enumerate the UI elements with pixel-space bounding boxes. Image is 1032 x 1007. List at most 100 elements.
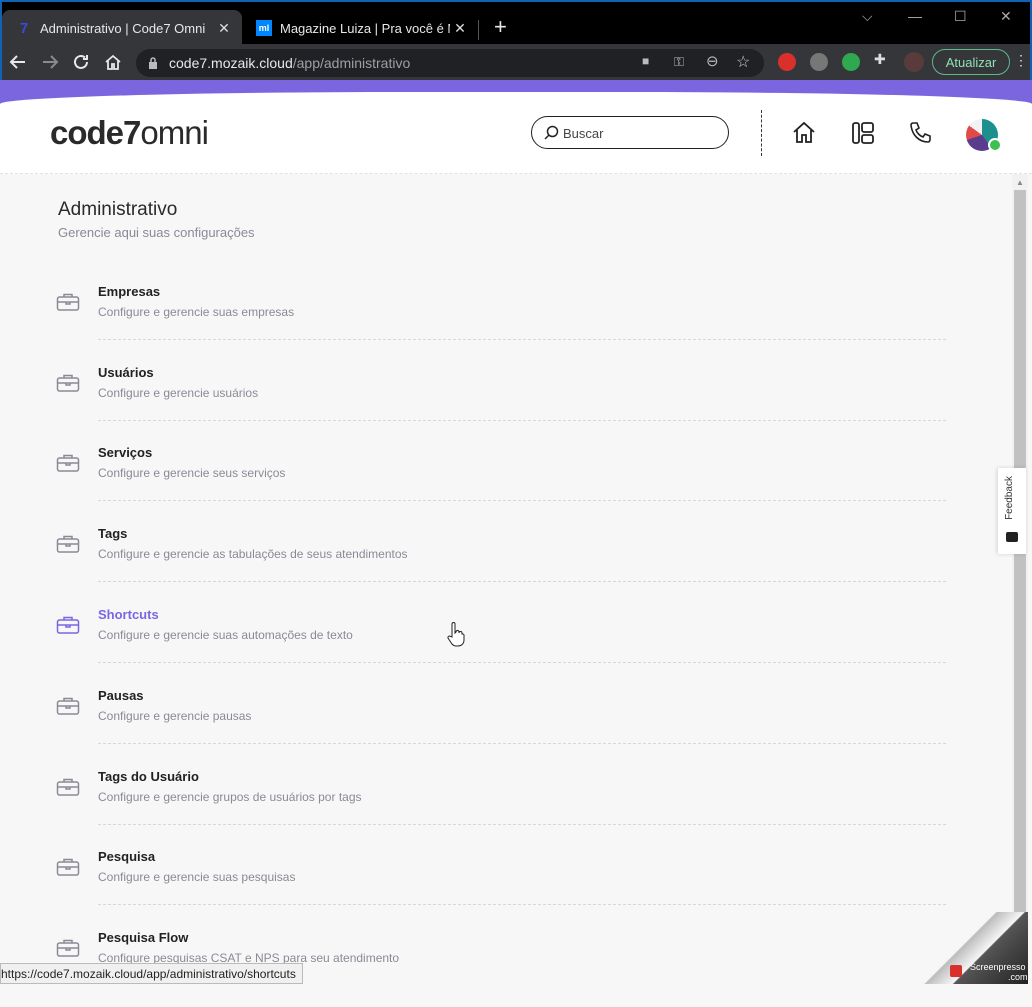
screenpresso-logo-icon xyxy=(950,965,962,977)
admin-item-empresas[interactable]: Empresas Configure e gerencie suas empre… xyxy=(56,280,946,361)
home-button[interactable] xyxy=(101,50,125,74)
reload-button[interactable] xyxy=(69,50,93,74)
update-browser-button[interactable]: Atualizar xyxy=(932,49,1010,75)
lock-icon xyxy=(149,57,157,69)
tab-search-icon[interactable]: ⌵ xyxy=(862,8,873,25)
feedback-tab[interactable]: Feedback xyxy=(998,468,1026,554)
search-icon xyxy=(544,125,559,140)
divider xyxy=(98,904,946,905)
tab-magazine-luiza[interactable]: ml Magazine Luiza | Pra você é Mag ✕ xyxy=(242,10,478,46)
close-tab-icon[interactable]: ✕ xyxy=(214,20,234,37)
code7-favicon-icon: 7 xyxy=(19,19,29,37)
window-close-icon[interactable]: ✕ xyxy=(1000,8,1012,25)
search-placeholder: Buscar xyxy=(563,126,604,141)
briefcase-icon xyxy=(56,697,80,715)
item-description: Configure e gerencie suas pesquisas xyxy=(98,870,296,884)
briefcase-icon xyxy=(56,939,80,957)
browser-toolbar: code7.mozaik.cloud/app/administrativo ■ … xyxy=(0,44,1032,80)
forward-arrow-icon xyxy=(43,55,59,69)
item-description: Configure e gerencie seus serviços xyxy=(98,466,286,480)
item-name: Tags do Usuário xyxy=(98,769,199,784)
briefcase-icon xyxy=(56,293,80,311)
search-input[interactable]: Buscar xyxy=(531,116,729,149)
layout-icon xyxy=(852,122,874,144)
tab-divider xyxy=(478,20,479,40)
scroll-up-arrow-icon[interactable]: ▲ xyxy=(1016,178,1024,187)
briefcase-icon xyxy=(56,454,80,472)
tab-title: Administrativo | Code7 Omni xyxy=(40,20,206,36)
admin-item-usuarios[interactable]: Usuários Configure e gerencie usuários xyxy=(56,361,946,442)
scrollbar-thumb[interactable] xyxy=(1014,190,1026,950)
item-description: Configure e gerencie as tabulações de se… xyxy=(98,547,408,561)
admin-item-pausas[interactable]: Pausas Configure e gerencie pausas xyxy=(56,684,946,765)
item-name: Pausas xyxy=(98,688,144,703)
divider xyxy=(98,824,946,825)
minimize-icon[interactable]: — xyxy=(908,8,922,24)
phone-nav-button[interactable] xyxy=(908,120,934,146)
key-icon[interactable]: ⚿ xyxy=(674,54,684,70)
item-name: Serviços xyxy=(98,445,153,460)
add-extension-icon[interactable] xyxy=(842,53,860,71)
hand-cursor-icon xyxy=(447,622,465,647)
link-status-bar: https://code7.mozaik.cloud/app/administr… xyxy=(0,963,303,984)
dashboard-nav-button[interactable] xyxy=(850,120,876,146)
item-name: Usuários xyxy=(98,365,154,380)
admin-item-tags[interactable]: Tags Configure e gerencie as tabulações … xyxy=(56,522,946,603)
bookmark-star-icon[interactable]: ☆ xyxy=(736,52,750,72)
item-name: Tags xyxy=(98,526,128,541)
feedback-label: Feedback xyxy=(1004,476,1015,520)
item-description: Configure e gerencie suas empresas xyxy=(98,305,295,319)
forward-button[interactable] xyxy=(38,50,62,74)
app-header: code7omni Buscar xyxy=(0,92,1032,174)
divider xyxy=(98,339,946,340)
back-arrow-icon xyxy=(9,55,25,69)
briefcase-icon xyxy=(56,616,80,634)
admin-item-pesquisa[interactable]: Pesquisa Configure e gerencie suas pesqu… xyxy=(56,845,946,926)
code7omni-logo[interactable]: code7omni xyxy=(50,114,209,152)
page-subtitle: Gerencie aqui suas configurações xyxy=(58,225,255,240)
home-icon xyxy=(105,54,121,70)
new-tab-button[interactable]: + xyxy=(494,14,507,40)
item-description: Configure e gerencie usuários xyxy=(98,386,259,400)
browser-tab-bar: 7 Administrativo | Code7 Omni ✕ ml Magaz… xyxy=(0,0,1032,46)
home-icon xyxy=(793,121,815,143)
briefcase-icon xyxy=(56,535,80,553)
item-name: Shortcuts xyxy=(98,607,159,622)
header-divider xyxy=(761,110,762,156)
home-nav-button[interactable] xyxy=(791,120,817,146)
online-status-indicator xyxy=(988,138,1002,152)
item-description: Configure e gerencie grupos de usuários … xyxy=(98,790,362,804)
page-title: Administrativo xyxy=(58,199,178,220)
admin-item-shortcuts[interactable]: Shortcuts Configure e gerencie suas auto… xyxy=(56,603,946,684)
divider xyxy=(98,743,946,744)
item-name: Empresas xyxy=(98,284,161,299)
admin-item-servicos[interactable]: Serviços Configure e gerencie seus servi… xyxy=(56,441,946,522)
zoom-icon[interactable]: ⊖ xyxy=(706,52,719,70)
back-button[interactable] xyxy=(6,50,30,74)
item-description: Configure e gerencie suas automações de … xyxy=(98,628,353,642)
item-name: Pesquisa xyxy=(98,849,156,864)
feedback-chat-icon xyxy=(1006,532,1018,542)
reload-icon xyxy=(74,54,88,69)
browser-menu-icon[interactable]: ⋮ xyxy=(1014,52,1028,69)
maximize-icon[interactable]: ☐ xyxy=(954,8,967,25)
tab-title: Magazine Luiza | Pra você é Mag xyxy=(280,20,450,36)
magalu-favicon-icon: ml xyxy=(256,20,272,36)
tab-administrativo[interactable]: 7 Administrativo | Code7 Omni ✕ xyxy=(2,10,242,46)
divider xyxy=(98,420,946,421)
close-tab-icon[interactable]: ✕ xyxy=(450,20,470,37)
briefcase-icon xyxy=(56,778,80,796)
item-name: Pesquisa Flow xyxy=(98,930,189,945)
extensions-puzzle-icon[interactable]: ✚ xyxy=(874,51,892,69)
divider xyxy=(98,500,946,501)
settings-extension-icon[interactable] xyxy=(810,53,828,71)
url-text: code7.mozaik.cloud/app/administrativo xyxy=(169,55,411,71)
adblock-extension-icon[interactable] xyxy=(778,53,796,71)
briefcase-icon xyxy=(56,374,80,392)
admin-content: Administrativo Gerencie aqui suas config… xyxy=(0,174,1012,984)
admin-item-tags-do-usuario[interactable]: Tags do Usuário Configure e gerencie gru… xyxy=(56,765,946,846)
profile-avatar[interactable] xyxy=(904,52,924,72)
camera-blocked-icon[interactable]: ■ xyxy=(642,54,649,68)
divider xyxy=(98,581,946,582)
address-bar[interactable]: code7.mozaik.cloud/app/administrativo ■ … xyxy=(136,49,764,77)
